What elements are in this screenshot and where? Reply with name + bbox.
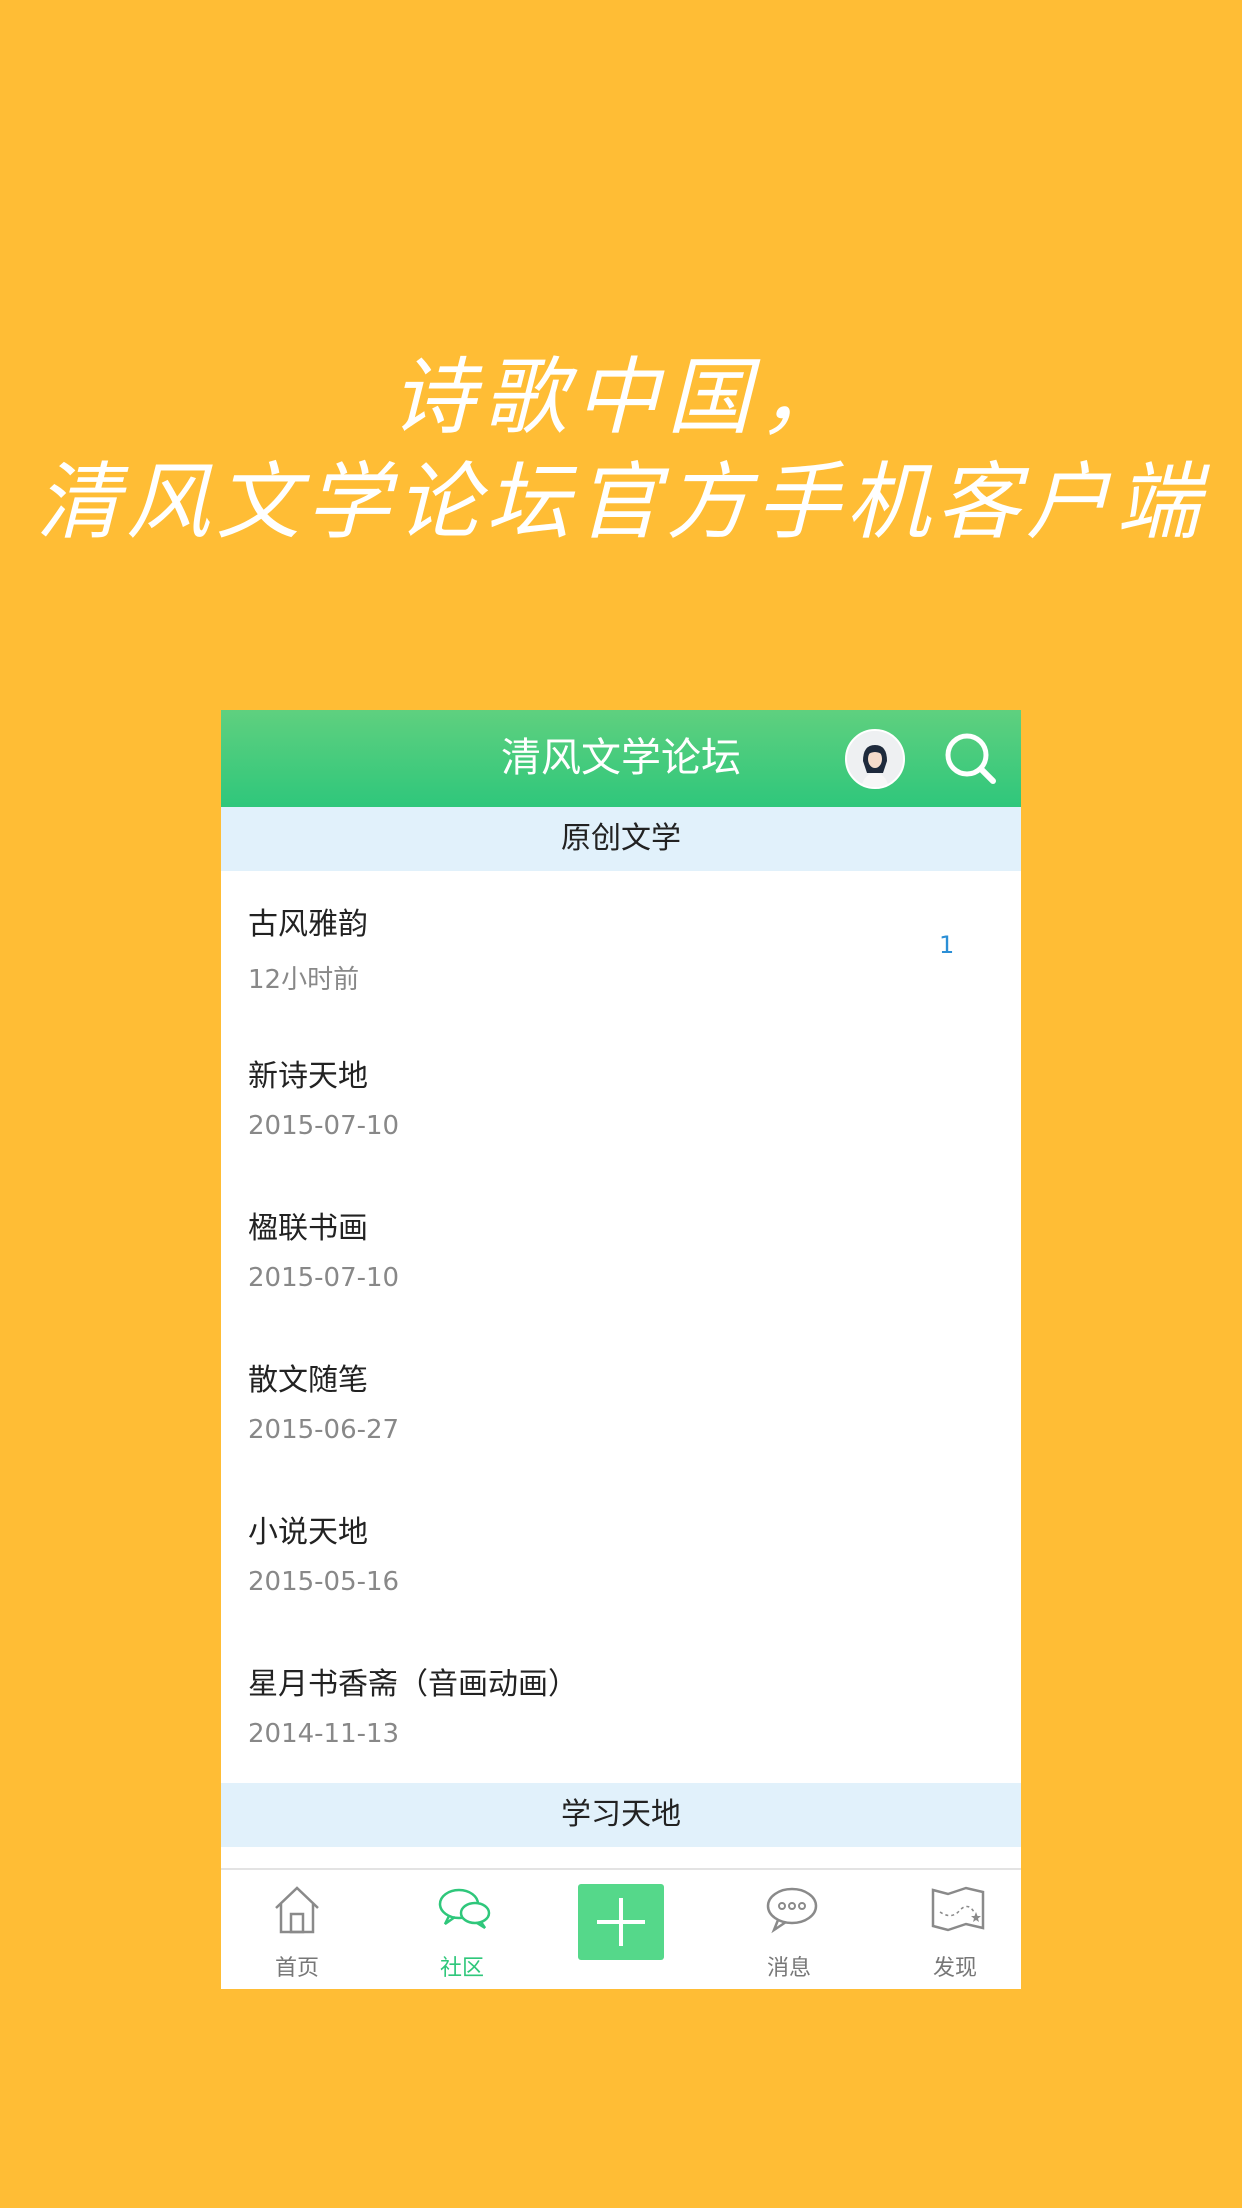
forum-row[interactable]: 楹联书画 2015-07-10 xyxy=(221,1175,1021,1328)
tab-label: 首页 xyxy=(274,1956,319,1981)
tab-home[interactable]: 首页 xyxy=(237,1870,357,1989)
forum-row[interactable]: 新诗天地 2015-07-10 xyxy=(221,1023,1021,1176)
forum-name: 楹联书画 xyxy=(248,1211,368,1246)
forum-name: 古风雅韵 xyxy=(248,907,368,942)
forum-last-update: 2015-07-10 xyxy=(248,1263,400,1293)
forum-last-update: 2015-06-27 xyxy=(248,1415,400,1445)
promo-headline-2: 清风文学论坛官方手机客户端 xyxy=(35,453,1206,551)
new-posts-badge: 1 xyxy=(939,931,955,959)
tab-discover[interactable]: 发现 xyxy=(895,1870,1015,1989)
tab-label: 消息 xyxy=(766,1956,811,1981)
forum-row[interactable]: 散文随笔 2015-06-27 xyxy=(221,1327,1021,1480)
section-header-original-literature: 原创文学 xyxy=(221,807,1021,871)
forum-name: 新诗天地 xyxy=(248,1059,368,1094)
message-icon xyxy=(766,1887,818,1934)
forum-name: 散文随笔 xyxy=(248,1363,368,1398)
forum-row[interactable]: 古风雅韵 12小时前 1 xyxy=(221,871,1021,1024)
forum-row[interactable]: 小说天地 2015-05-16 xyxy=(221,1479,1021,1632)
tab-label: 发现 xyxy=(932,1956,977,1981)
forum-name: 星月书香斋（音画动画） xyxy=(248,1667,578,1702)
search-button[interactable] xyxy=(941,729,1001,789)
bottom-tab-bar: 首页 社区 消息 发现 xyxy=(221,1868,1021,1989)
app-screen: 清风文学论坛 原创文学 古风雅韵 12小时前 1 新诗天地 2015-07-10… xyxy=(221,710,1021,1989)
app-header: 清风文学论坛 xyxy=(221,710,1021,807)
avatar-portrait-icon xyxy=(847,731,903,787)
chat-bubbles-icon xyxy=(438,1888,491,1930)
forum-last-update: 12小时前 xyxy=(248,965,360,995)
forum-row[interactable]: 星月书香斋（音画动画） 2014-11-13 xyxy=(221,1631,1021,1783)
forum-last-update: 2015-05-16 xyxy=(248,1567,400,1597)
plus-icon xyxy=(597,1898,645,1946)
tab-messages[interactable]: 消息 xyxy=(729,1870,849,1989)
map-icon xyxy=(931,1886,985,1932)
section-header-study: 学习天地 xyxy=(221,1783,1021,1847)
forum-name: 小说天地 xyxy=(248,1515,368,1550)
user-avatar[interactable] xyxy=(845,729,905,789)
forum-last-update: 2015-07-10 xyxy=(248,1111,400,1141)
promo-headline-1: 诗歌中国， xyxy=(390,348,851,446)
forum-last-update: 2014-11-13 xyxy=(248,1719,400,1749)
tab-community[interactable]: 社区 xyxy=(402,1870,522,1989)
new-post-button[interactable] xyxy=(578,1884,664,1960)
tab-label: 社区 xyxy=(439,1956,484,1981)
home-icon xyxy=(275,1886,319,1934)
search-icon xyxy=(945,733,996,784)
